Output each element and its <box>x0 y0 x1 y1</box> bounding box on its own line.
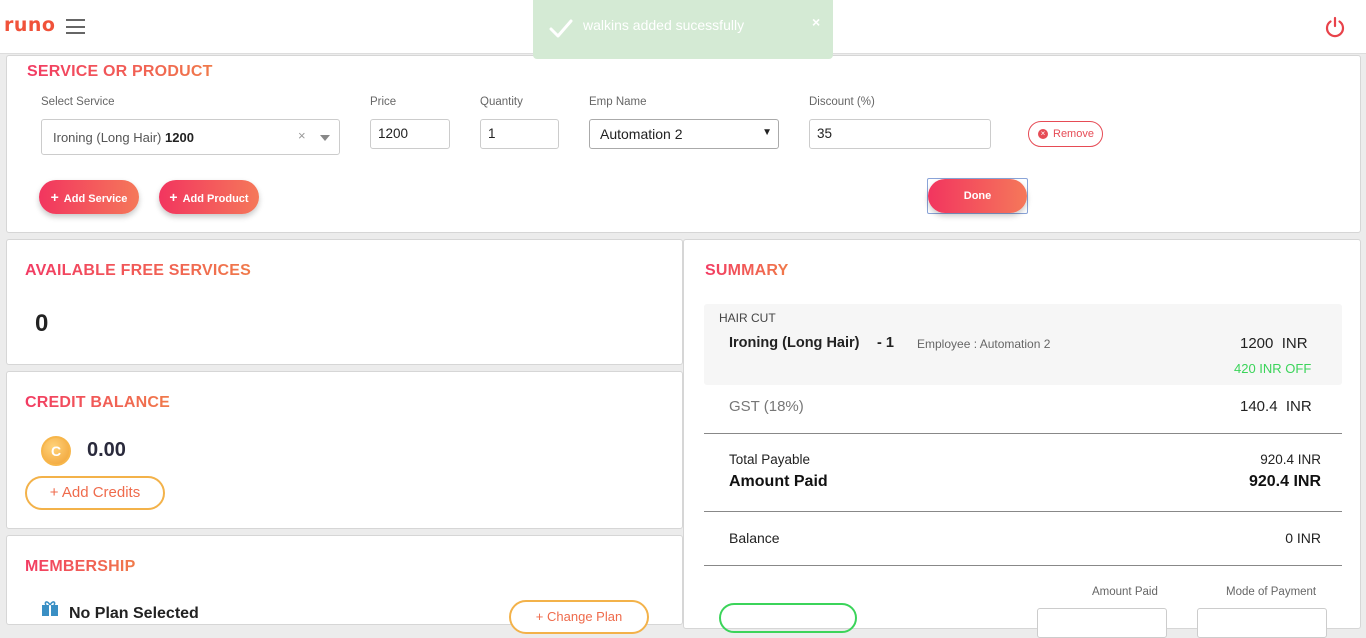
membership-plan: No Plan Selected <box>69 605 199 622</box>
section-title-credit: CREDIT BALANCE <box>25 394 171 411</box>
divider <box>704 433 1342 434</box>
balance-label: Balance <box>729 530 780 546</box>
selected-service: Ironing (Long Hair) 1200 <box>53 130 194 145</box>
summary-item-qty: - 1 <box>877 335 894 351</box>
clear-icon[interactable]: × <box>298 128 306 143</box>
plus-icon: + <box>50 189 59 205</box>
remove-label: Remove <box>1053 128 1094 140</box>
emp-name-label: Emp Name <box>589 96 647 108</box>
summary-item-name: Ironing (Long Hair) <box>729 335 860 351</box>
gst-label: GST (18%) <box>729 398 804 415</box>
change-plan-label: Change Plan <box>547 609 623 624</box>
summary-item-currency: INR <box>1281 335 1308 352</box>
success-toast: walkins added sucessfully × <box>533 0 833 59</box>
membership-card: MEMBERSHIP No Plan Selected + Change Pla… <box>6 535 683 634</box>
gst-currency: INR <box>1285 398 1312 415</box>
price-label: Price <box>370 96 397 108</box>
credit-balance-value: 0.00 <box>87 439 126 461</box>
summary-item-amount: 1200 <box>1240 335 1274 352</box>
total-payable-label: Total Payable <box>729 452 811 467</box>
divider <box>704 565 1342 566</box>
mode-of-payment-column-label: Mode of Payment <box>1226 586 1317 598</box>
selected-service-name: Ironing (Long Hair) <box>53 130 162 145</box>
check-icon <box>549 19 573 38</box>
price-input[interactable]: 1200 <box>370 119 450 149</box>
remove-circle-icon: × <box>1038 129 1048 139</box>
divider <box>704 511 1342 512</box>
close-icon[interactable]: × <box>812 14 820 30</box>
gst-amount: 140.4 <box>1240 398 1278 415</box>
discount-input[interactable]: 35 <box>809 119 991 149</box>
coin-icon: C <box>41 436 71 466</box>
balance-value: 0 INR <box>1285 530 1321 546</box>
plus-icon: + <box>49 484 62 501</box>
select-service-label: Select Service <box>41 96 115 108</box>
add-service-button[interactable]: + Add Service <box>39 180 139 214</box>
plus-icon: + <box>169 189 178 205</box>
summary-item: HAIR CUT Ironing (Long Hair) - 1 Employe… <box>704 304 1342 385</box>
summary-category: HAIR CUT <box>719 311 776 325</box>
section-title-membership: MEMBERSHIP <box>25 558 136 575</box>
add-product-button[interactable]: + Add Product <box>159 180 259 214</box>
total-payable-value: 920.4 INR <box>1260 452 1321 467</box>
done-button[interactable]: Done <box>928 179 1027 213</box>
amount-paid-column-label: Amount Paid <box>1092 586 1158 598</box>
caret-down-icon: ▼ <box>762 127 772 138</box>
change-plan-button[interactable]: + Change Plan <box>509 600 649 634</box>
add-credits-label: Add Credits <box>61 484 141 501</box>
summary-discount-note: 420 INR OFF <box>1234 361 1312 376</box>
remove-button[interactable]: × Remove <box>1028 121 1103 147</box>
section-title-summary: SUMMARY <box>705 262 789 279</box>
runo-logo[interactable]: runo <box>4 14 55 36</box>
summary-employee: Employee : Automation 2 <box>917 337 1051 351</box>
gst-value: 140.4 INR <box>1240 398 1312 415</box>
emp-name-value: Automation 2 <box>600 126 683 142</box>
free-services-count: 0 <box>35 310 49 337</box>
power-icon[interactable] <box>1324 16 1346 38</box>
discount-label: Discount (%) <box>809 96 875 108</box>
select-service-dropdown[interactable]: Ironing (Long Hair) 1200 × <box>41 119 340 155</box>
chevron-down-icon[interactable] <box>320 135 330 141</box>
toast-message: walkins added sucessfully <box>583 17 745 33</box>
service-product-card: SERVICE OR PRODUCT Select Service Price … <box>6 55 1361 233</box>
menu-icon[interactable] <box>66 19 85 34</box>
quantity-input[interactable]: 1 <box>480 119 559 149</box>
summary-card: SUMMARY HAIR CUT Ironing (Long Hair) - 1… <box>683 239 1361 638</box>
selected-service-price: 1200 <box>165 130 194 145</box>
add-product-label: Add Product <box>182 193 249 205</box>
add-service-label: Add Service <box>63 193 128 205</box>
free-services-card: AVAILABLE FREE SERVICES 0 <box>6 239 683 365</box>
amount-paid-value: 920.4 INR <box>1248 473 1321 490</box>
payment-button[interactable] <box>719 603 857 633</box>
amount-paid-label: Amount Paid <box>729 473 828 490</box>
quantity-label: Quantity <box>480 96 523 108</box>
section-title-service: SERVICE OR PRODUCT <box>27 63 213 80</box>
section-title-free-services: AVAILABLE FREE SERVICES <box>25 262 251 279</box>
plus-icon: + <box>535 609 548 624</box>
summary-item-price: 1200 INR <box>1240 335 1308 352</box>
emp-name-select[interactable]: Automation 2 ▼ <box>589 119 779 149</box>
gift-icon <box>42 601 58 616</box>
add-credits-button[interactable]: + Add Credits <box>25 476 165 510</box>
credit-balance-card: CREDIT BALANCE C 0.00 + Add Credits <box>6 371 683 529</box>
